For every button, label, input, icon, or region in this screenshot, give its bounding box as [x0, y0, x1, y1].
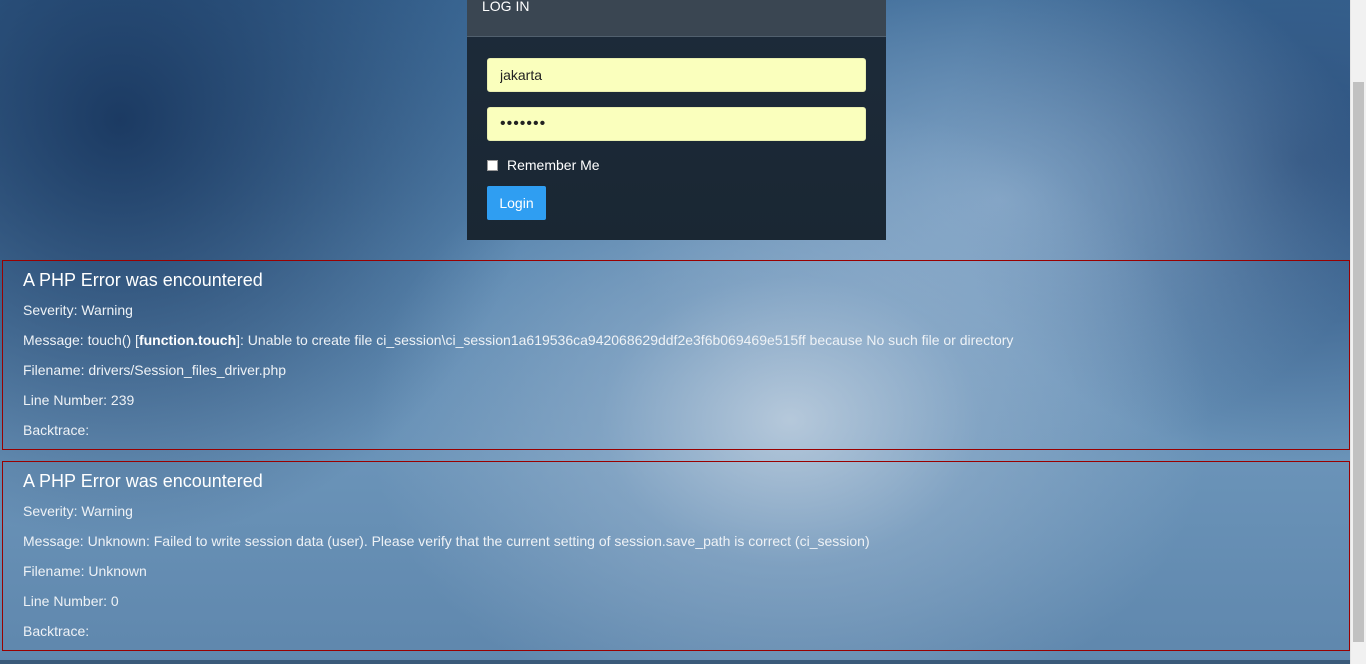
error-severity: Severity: Warning — [23, 302, 133, 318]
error-line-number: Line Number: 0 — [23, 593, 119, 609]
php-error-box: A PHP Error was encountered Severity: Wa… — [2, 461, 1350, 651]
login-button[interactable]: Login — [487, 186, 546, 220]
remember-me-label[interactable]: Remember Me — [507, 157, 600, 173]
error-title: A PHP Error was encountered — [23, 270, 263, 290]
bottom-edge — [0, 660, 1351, 664]
login-header: LOG IN — [467, 0, 886, 37]
username-field[interactable] — [487, 58, 866, 92]
error-message: Message: Unknown: Failed to write sessio… — [23, 533, 870, 549]
login-panel: LOG IN Remember Me Login — [467, 0, 886, 240]
error-line-number: Line Number: 239 — [23, 392, 135, 408]
error-title: A PHP Error was encountered — [23, 471, 263, 491]
error-message: Message: touch() [function.touch]: Unabl… — [23, 332, 1013, 348]
scrollbar-thumb[interactable] — [1353, 82, 1364, 642]
error-filename: Filename: Unknown — [23, 563, 147, 579]
error-message-prefix: Message: touch() [ — [23, 332, 139, 348]
remember-me-checkbox[interactable] — [487, 159, 498, 171]
error-severity: Severity: Warning — [23, 503, 133, 519]
remember-me-row: Remember Me — [487, 157, 600, 173]
error-backtrace: Backtrace: — [23, 422, 90, 438]
page-background: LOG IN Remember Me Login A PHP Error was… — [0, 0, 1366, 664]
vertical-scrollbar[interactable] — [1350, 0, 1366, 664]
php-error-box: A PHP Error was encountered Severity: Wa… — [2, 260, 1350, 450]
function-touch-link[interactable]: function.touch — [139, 332, 236, 348]
error-filename: Filename: drivers/Session_files_driver.p… — [23, 362, 287, 378]
password-field[interactable] — [487, 107, 866, 141]
error-backtrace: Backtrace: — [23, 623, 90, 639]
error-message-suffix: ]: Unable to create file ci_session\ci_s… — [236, 332, 1014, 348]
